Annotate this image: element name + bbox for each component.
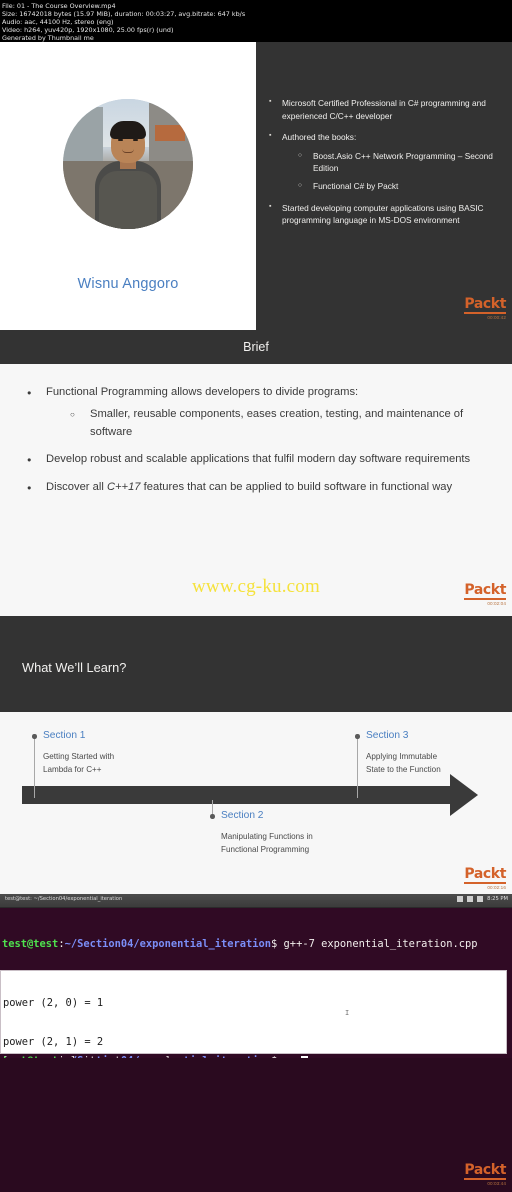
command-text: g++-7 exponential_iteration.cpp [277,938,478,950]
roadmap-node-heading: Section 2 [221,810,264,821]
bullet-text-pre: Discover all [46,480,107,493]
timeline-bar [22,786,452,804]
packt-logo: Packt 00:03:44 [450,1161,506,1186]
caption-text: Brief [243,340,269,354]
packt-logo-text: Packt [464,296,506,314]
list-item: Discover all C++17 features that can be … [22,479,500,497]
author-panel: Wisnu Anggoro [0,42,256,330]
author-name: Wisnu Anggoro [77,276,179,292]
bullet-text: Develop robust and scalable applications… [46,453,471,466]
timeline-arrow-head [450,774,478,816]
sub-list-item: Functional C# by Packt [298,180,512,193]
author-avatar [63,99,193,229]
clock-label[interactable]: 8:25 PM [487,896,508,902]
file-info-line-4: Video: h264, yuv420p, 1920x1080, 25.00 f… [2,26,174,35]
packt-logo: Packt 00:02:16 [450,865,506,890]
text-cursor-icon: I [345,1009,350,1017]
video-thumbnail-sheet: File: 01 - The Course Overview.mp4 Size:… [0,0,512,1192]
keyboard-layout-icon[interactable] [457,896,464,902]
network-icon[interactable] [467,896,474,902]
volume-icon[interactable] [477,896,484,902]
roadmap-node-desc: Manipulating Functions in Functional Prog… [221,832,313,855]
slide-brief: Functional Programming allows developers… [0,364,512,616]
packt-logo-text: Packt [464,582,506,600]
video-timestamp: 00:02:16 [487,885,506,890]
bullet-text-emphasis: C++17 [106,480,141,493]
bottom-frame-area: Packt 00:03:44 [0,1058,512,1192]
video-timestamp: 00:02:04 [487,601,506,606]
site-watermark: www.cg-ku.com [191,576,320,597]
packt-logo-text: Packt [464,866,506,884]
system-tray[interactable]: 8:25 PM [457,896,508,902]
list-item: Authored the books: Boost.Asio C++ Netwo… [264,130,512,193]
terminal-line-command-1: test@test:~/Section04/exponential_iterat… [2,938,478,950]
prompt-user: test@test [2,938,59,950]
file-info-line-2: Size: 16742018 bytes (15.97 MiB), durati… [2,10,246,19]
terminal-output[interactable]: test@test:~/Section04/exponential_iterat… [0,908,512,1165]
sub-list: Smaller, reusable components, eases crea… [68,406,500,441]
sub-list: Boost.Asio C++ Network Programming – Sec… [298,150,512,193]
packt-logo: Packt 00:02:04 [450,581,506,606]
roadmap-node-heading: Section 3 [366,730,409,741]
author-bio-panel: Microsoft Certified Professional in C# p… [256,42,512,330]
slide-author-intro: Wisnu Anggoro Microsoft Certified Profes… [0,42,512,330]
list-item: Started developing computer applications… [264,201,512,227]
roadmap-node-desc: Applying Immutable State to the Function [366,752,441,775]
packt-logo: Packt 00:00:42 [450,295,506,320]
roadmap-node-desc: Getting Started with Lambda for C++ [43,752,115,775]
sub-list-item: Boost.Asio C++ Network Programming – Sec… [298,150,512,175]
list-item: Develop robust and scalable applications… [22,451,500,469]
bullet-text-post: features that can be applied to build so… [140,480,453,493]
bullet-text: Functional Programming allows developers… [46,386,359,398]
sub-list-item: Smaller, reusable components, eases crea… [68,406,500,441]
bullet-text: Started developing computer applications… [282,202,484,226]
terminal-title: test@test: ~/Section04/exponential_itera… [5,896,123,902]
roadmap-node-heading: Section 1 [43,730,86,741]
bullet-text: Microsoft Certified Professional in C# p… [282,98,486,121]
output-line: power (2, 1) = 2 [3,1036,104,1048]
packt-logo-text: Packt [464,1162,506,1180]
list-item: Microsoft Certified Professional in C# p… [264,96,512,122]
file-info-header: File: 01 - The Course Overview.mp4 Size:… [0,0,512,42]
video-timestamp: 00:03:44 [487,1181,506,1186]
brief-bullet-list: Functional Programming allows developers… [22,384,500,506]
prompt-path: ~/Section04/exponential_iteration [64,938,272,950]
author-bullet-list: Microsoft Certified Professional in C# p… [264,96,512,236]
file-info-line-3: Audio: aac, 44100 Hz, stereo (eng) [2,18,114,27]
caption-bar: Brief [0,330,512,364]
terminal-window[interactable]: test@test: ~/Section04/exponential_itera… [0,894,512,1165]
page-title: What We’ll Learn? [22,660,127,675]
output-line: power (2, 0) = 1 [3,997,104,1009]
terminal-title-bar[interactable]: test@test: ~/Section04/exponential_itera… [0,894,512,908]
bullet-text: Authored the books: [282,132,357,143]
file-info-line-1: File: 01 - The Course Overview.mp4 [2,2,116,10]
list-item: Functional Programming allows developers… [22,384,500,441]
terminal-selection-highlight[interactable]: power (2, 0) = 1 power (2, 1) = 2 power … [0,970,507,1165]
video-timestamp: 00:00:42 [487,315,506,320]
slide-roadmap: What We’ll Learn? Section 1 Getting Star… [0,616,512,894]
